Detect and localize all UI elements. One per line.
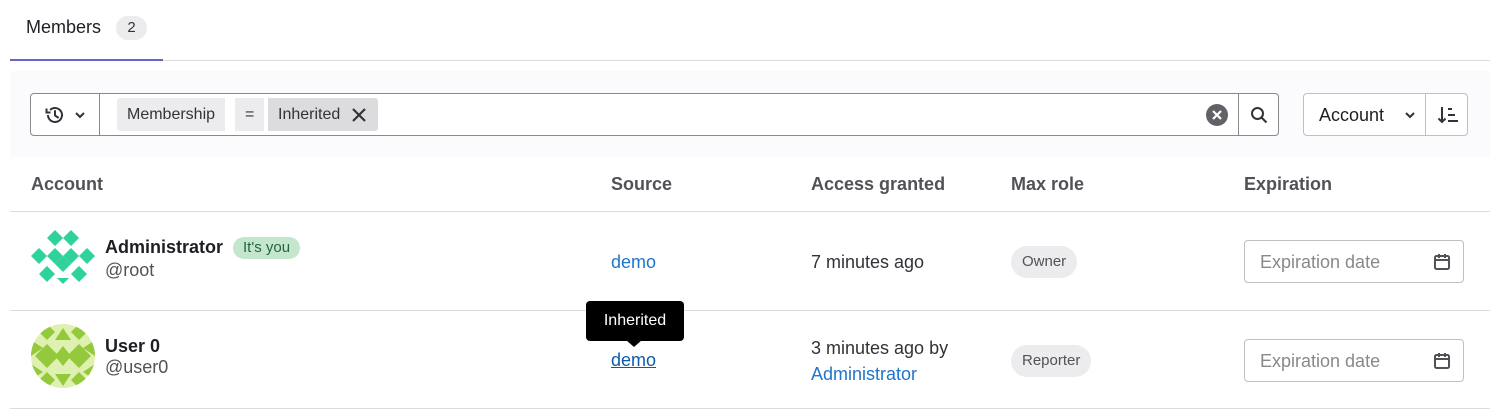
recent-searches-button[interactable] [31, 94, 100, 135]
calendar-icon [1434, 254, 1450, 270]
tooltip-arrow [626, 340, 642, 347]
avatar[interactable] [31, 226, 95, 290]
sort-field-label: Account [1319, 105, 1385, 125]
tooltip: Inherited [586, 301, 684, 341]
chevron-down-icon [1405, 112, 1415, 119]
its-you-badge: It's you [233, 237, 301, 259]
tab-members-label: Members [26, 17, 102, 37]
row-divider [10, 310, 1490, 311]
sort-field-dropdown[interactable]: Account [1304, 94, 1426, 135]
member-name[interactable]: Administrator [105, 237, 223, 258]
expiration-date-input[interactable]: Expiration date [1244, 339, 1464, 382]
avatar-identicon [31, 226, 95, 290]
sort-control: Account [1303, 93, 1468, 136]
access-granted-text: 3 minutes ago by [811, 338, 949, 358]
search-icon [1251, 106, 1268, 123]
expiration-date-input[interactable]: Expiration date [1244, 240, 1464, 283]
history-icon [45, 106, 63, 123]
clear-icon [1212, 110, 1222, 120]
access-granted-text: 7 minutes ago [811, 252, 925, 272]
filter-token-operator[interactable]: = [235, 98, 265, 131]
tabs-bar: Members 2 [10, 0, 1490, 61]
filter-bar: Membership = Inherited Account [10, 71, 1490, 157]
column-header-expiration: Expiration [1244, 174, 1333, 194]
sort-lowest-icon [1437, 106, 1458, 123]
filtered-search-box[interactable]: Membership = Inherited [30, 93, 1279, 136]
filter-token-key[interactable]: Membership [117, 98, 226, 131]
search-submit-button[interactable] [1238, 94, 1279, 135]
max-role-badge: Owner [1011, 246, 1078, 278]
filter-token-value[interactable]: Inherited [268, 98, 379, 131]
tab-members-count-badge: 2 [116, 16, 147, 40]
member-username: @user0 [105, 357, 169, 377]
column-header-account: Account [31, 174, 103, 194]
close-icon[interactable] [350, 106, 368, 124]
calendar-icon [1434, 353, 1450, 369]
expiration-date-placeholder: Expiration date [1260, 252, 1381, 272]
filter-token-value-label: Inherited [278, 106, 341, 123]
column-header-max-role: Max role [1011, 174, 1085, 194]
source-link[interactable]: demo [611, 350, 656, 371]
member-name[interactable]: User 0 [105, 336, 160, 357]
tab-members[interactable]: Members 2 [10, 0, 163, 61]
clear-search-button[interactable] [1206, 104, 1228, 126]
column-header-access-granted: Access granted [811, 174, 946, 194]
chevron-down-icon [75, 111, 85, 118]
header-divider [10, 211, 1490, 212]
expiration-date-placeholder: Expiration date [1260, 351, 1381, 371]
row-divider [10, 408, 1490, 409]
member-username: @root [105, 260, 155, 280]
column-header-source: Source [611, 174, 673, 194]
max-role-badge: Reporter [1011, 345, 1092, 377]
avatar-identicon [31, 324, 95, 388]
sort-direction-button[interactable] [1427, 94, 1468, 135]
granted-by-link[interactable]: Administrator [811, 364, 917, 385]
source-link[interactable]: demo [611, 252, 656, 273]
avatar[interactable] [31, 324, 95, 388]
